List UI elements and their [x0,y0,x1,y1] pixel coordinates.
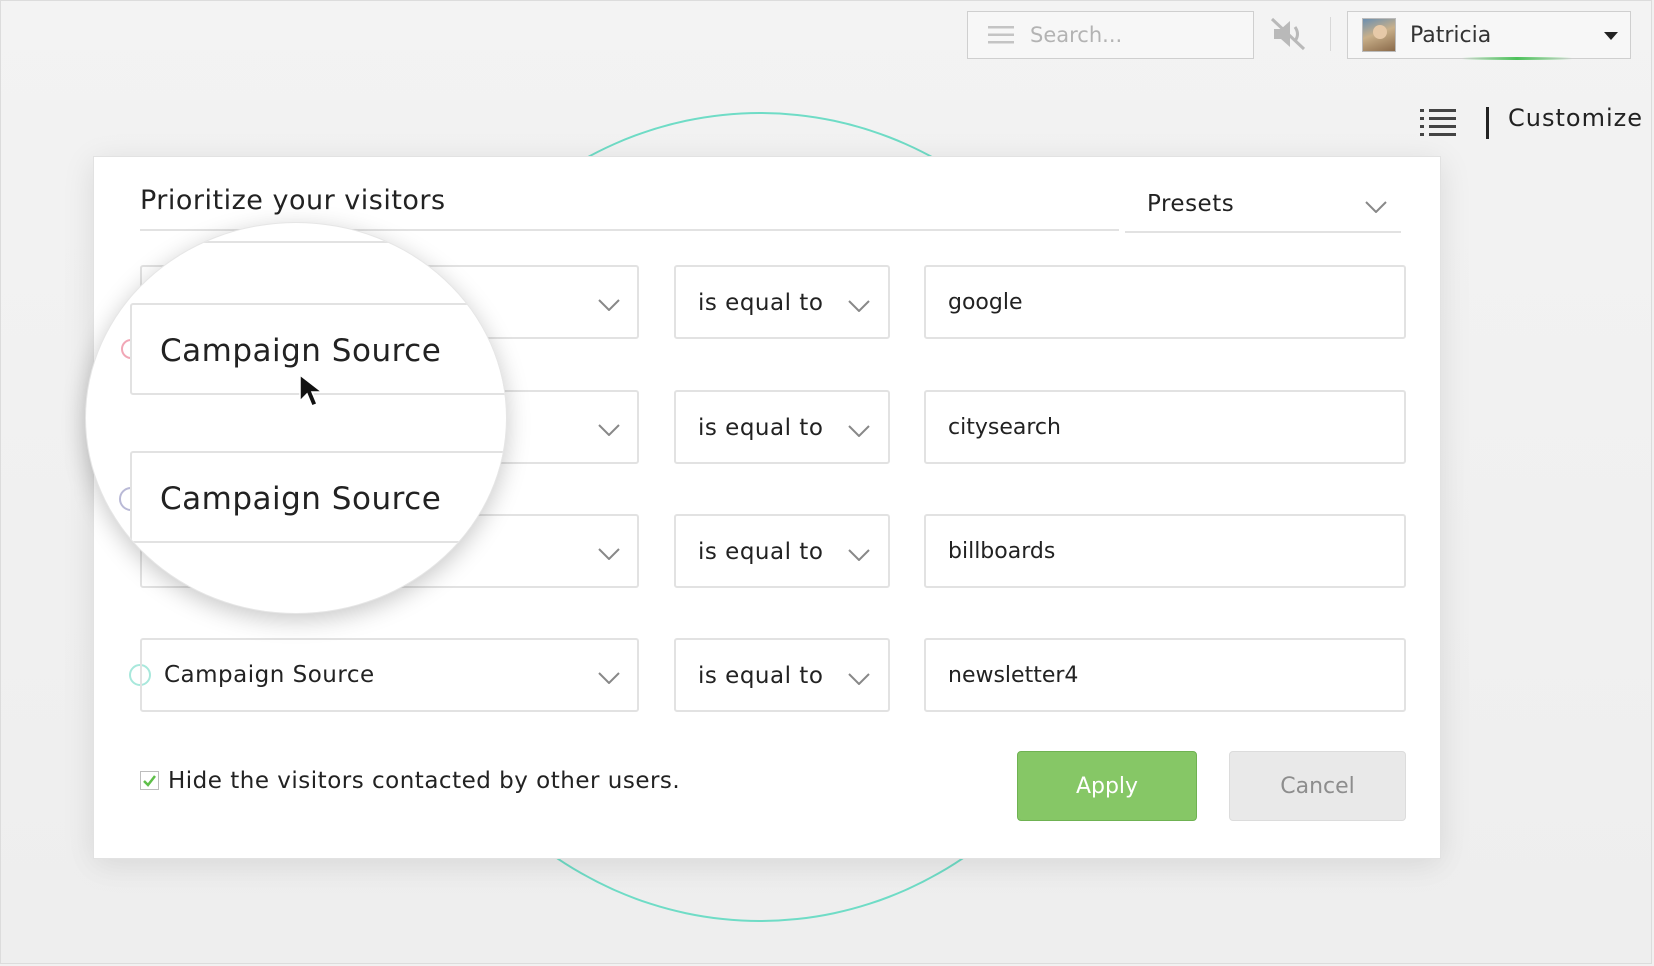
value-input[interactable] [924,265,1406,339]
mouse-cursor-icon [299,373,325,407]
chevron-down-icon [598,424,620,436]
search-box[interactable] [967,11,1254,59]
chevron-down-icon [598,299,620,311]
hide-contacted-checkbox[interactable] [140,771,159,790]
dialog-title: Prioritize your visitors [140,185,446,216]
apply-button[interactable]: Apply [1017,751,1197,821]
caret-down-icon [1604,32,1618,40]
list-view-icon[interactable] [1420,108,1456,138]
chevron-down-icon [848,549,870,561]
avatar [1362,18,1396,52]
presets-label: Presets [1147,191,1235,217]
topbar-divider [1330,17,1331,51]
operator-label: is equal to [698,290,824,316]
magnified-field-edge [140,223,506,243]
field-select-label: Campaign Source [164,662,375,688]
chevron-down-icon [598,548,620,560]
value-input[interactable] [924,638,1406,712]
user-status-indicator [1462,57,1572,60]
hamburger-icon [988,26,1014,44]
user-menu[interactable]: Patricia [1347,11,1631,59]
rule-row: Campaign Source is equal to [94,638,1440,712]
operator-label: is equal to [698,663,824,689]
customize-divider [1486,107,1489,139]
operator-select[interactable]: is equal to [674,638,890,712]
chevron-down-icon [848,673,870,685]
hide-contacted-label: Hide the visitors contacted by other use… [168,768,681,794]
value-input[interactable] [924,514,1406,588]
chevron-down-icon [598,672,620,684]
operator-select[interactable]: is equal to [674,390,890,464]
search-input[interactable] [1028,22,1232,48]
presets-select[interactable]: Presets [1125,177,1401,233]
operator-select[interactable]: is equal to [674,265,890,339]
field-select[interactable]: Campaign Source [140,638,639,712]
value-input[interactable] [924,390,1406,464]
chevron-down-icon [848,425,870,437]
magnified-field-label: Campaign Source [160,481,442,517]
operator-select[interactable]: is equal to [674,514,890,588]
operator-label: is equal to [698,539,824,565]
magnifier-lens: Campaign Source Campaign Source [85,222,507,614]
sound-muted-icon[interactable] [1268,16,1308,52]
operator-label: is equal to [698,415,824,441]
chevron-down-icon [1365,201,1387,213]
customize-link[interactable]: Customize [1508,104,1643,132]
user-name: Patricia [1410,22,1492,48]
magnified-field-select: Campaign Source [130,451,506,543]
magnified-field-label: Campaign Source [160,333,442,369]
checkmark-icon [143,775,156,787]
cancel-button[interactable]: Cancel [1229,751,1406,821]
chevron-down-icon [848,300,870,312]
